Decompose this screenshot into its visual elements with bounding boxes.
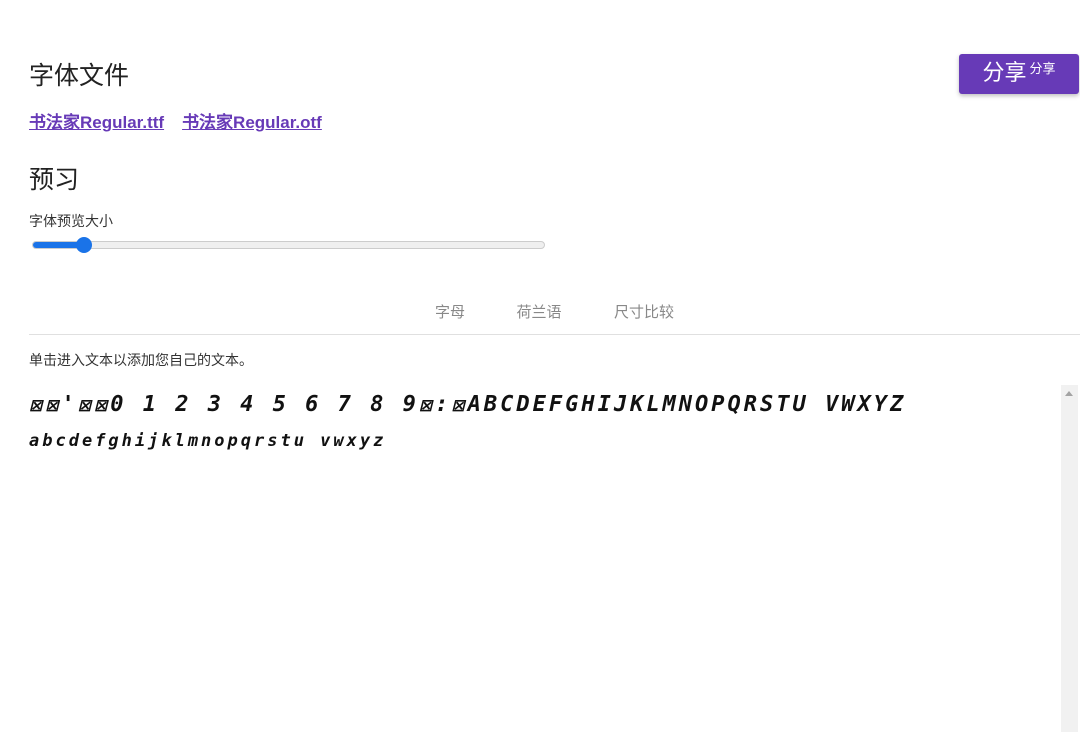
preview-size-slider[interactable]: [32, 237, 545, 253]
edit-hint: 单击进入文本以添加您自己的文本。: [29, 353, 253, 369]
slider-track[interactable]: [32, 241, 545, 249]
share-button[interactable]: 分享 分享: [959, 54, 1079, 94]
font-file-links: 书法家Regular.ttf 书法家Regular.otf: [29, 108, 322, 133]
preview-size-label: 字体预览大小: [29, 214, 113, 230]
tab-letters[interactable]: 字母: [409, 290, 491, 333]
slider-thumb[interactable]: [76, 237, 92, 253]
preview-tabs: 字母 荷兰语 尺寸比较: [29, 290, 1080, 335]
preview-heading: 预习: [29, 165, 80, 194]
font-files-heading: 字体文件: [29, 61, 130, 90]
tab-dutch[interactable]: 荷兰语: [499, 290, 579, 333]
preview-sample-line-1[interactable]: ☒☒'☒☒0 1 2 3 4 5 6 7 8 9☒:☒ABCDEFGHIJKLM…: [29, 392, 1049, 417]
download-ttf-link[interactable]: 书法家Regular.ttf: [29, 108, 164, 133]
preview-scrollbar[interactable]: [1061, 385, 1078, 732]
tab-size-comparison[interactable]: 尺寸比较: [599, 290, 689, 333]
share-button-label: 分享: [982, 61, 1027, 86]
font-preview-text[interactable]: ☒☒'☒☒0 1 2 3 4 5 6 7 8 9☒:☒ABCDEFGHIJKLM…: [29, 382, 1049, 732]
download-otf-link[interactable]: 书法家Regular.otf: [182, 108, 322, 133]
triangle-up-icon[interactable]: [1065, 391, 1073, 396]
share-button-sublabel: 分享: [1029, 61, 1056, 77]
preview-sample-line-2[interactable]: abcdefghijklmnopqrstu vwxyz: [29, 431, 1049, 451]
